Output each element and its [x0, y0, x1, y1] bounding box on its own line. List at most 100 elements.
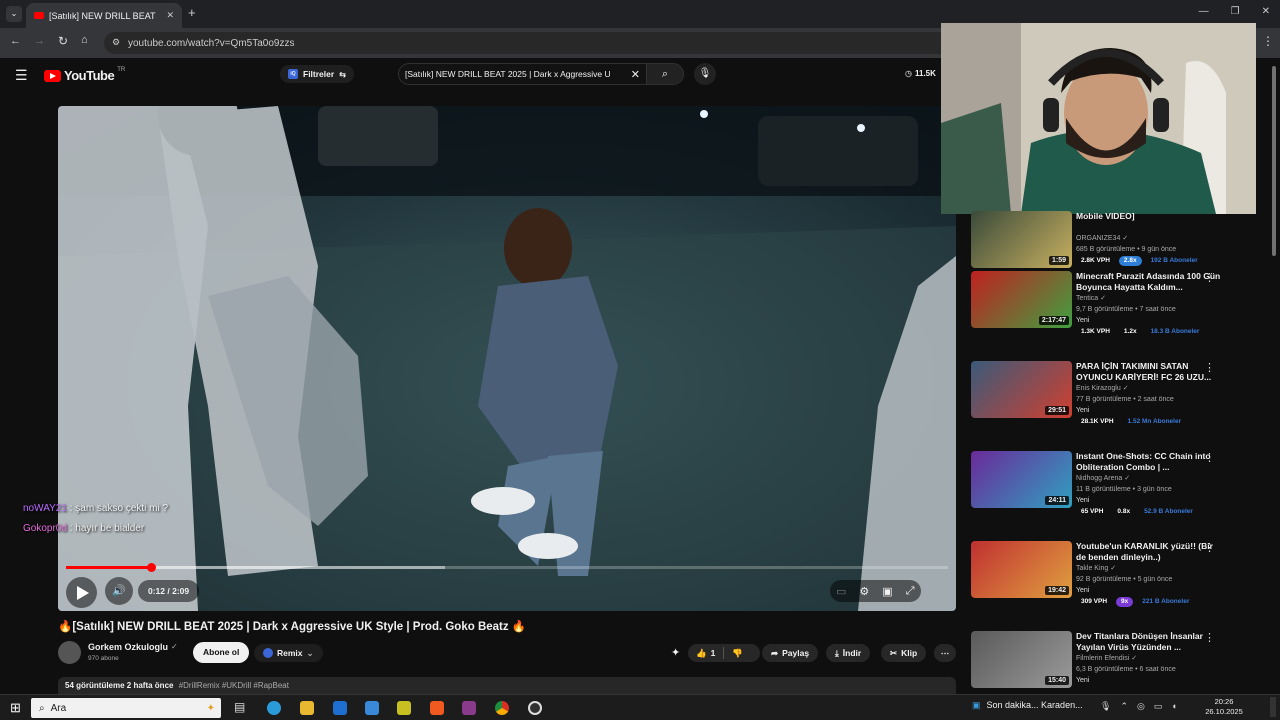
- menu-icon[interactable]: ☰: [15, 67, 28, 84]
- suggestion-item[interactable]: 15:40 Dev Titanlara Dönüşen İnsanlar Yayı…: [971, 631, 1251, 691]
- tray-app-icon[interactable]: ◎: [1137, 701, 1145, 712]
- suggestion-title[interactable]: Youtube'un KARANLIK yüzü!! (Bir de bende…: [1076, 541, 1224, 563]
- tab-list-button[interactable]: ⌄: [6, 6, 22, 22]
- suggestion-item[interactable]: 19:42 Youtube'un KARANLIK yüzü!! (Bir de …: [971, 541, 1251, 607]
- suggestion-title[interactable]: Mobile VIDEO]: [1076, 211, 1224, 233]
- suggestion-info: Minecraft Parazit Adasında 100 Gün Boyun…: [1076, 271, 1224, 338]
- network-icon[interactable]: ▭: [1154, 701, 1163, 712]
- suggestion-channel[interactable]: Nidhogg Arena ✓: [1076, 473, 1224, 484]
- suggestion-thumbnail[interactable]: 24:11: [971, 451, 1072, 508]
- chrome-icon[interactable]: [495, 701, 509, 715]
- play-button[interactable]: [66, 577, 97, 608]
- brave-icon[interactable]: [430, 701, 444, 715]
- remix-button[interactable]: Remix ⌄: [254, 644, 323, 662]
- suggestion-thumbnail[interactable]: 19:42: [971, 541, 1072, 598]
- search-box[interactable]: [Satılık] NEW DRILL BEAT 2025 | Dark x A…: [398, 63, 646, 85]
- vph-value: 28.1K VPH: [1081, 418, 1114, 425]
- suggestion-thumbnail[interactable]: 2:17:47: [971, 271, 1072, 328]
- site-info-icon[interactable]: ⚙: [112, 37, 120, 48]
- reload-icon[interactable]: ↻: [58, 34, 68, 48]
- home-icon[interactable]: ⌂: [81, 34, 88, 46]
- voice-search-button[interactable]: 🎙: [694, 63, 716, 85]
- multiplier: 2.8x: [1118, 256, 1142, 266]
- search-button[interactable]: ⌕: [646, 63, 684, 85]
- filters-button[interactable]: iQ Filtreler ⇆: [280, 65, 354, 83]
- minimize-icon[interactable]: —: [1199, 6, 1209, 17]
- more-vertical-icon[interactable]: ⋮: [1204, 631, 1215, 644]
- volume-tray-icon[interactable]: ◖: [1171, 701, 1176, 712]
- search-input[interactable]: [Satılık] NEW DRILL BEAT 2025 | Dark x A…: [405, 69, 627, 79]
- news-widget[interactable]: ▣ Son dakika... Karaden...: [972, 700, 1083, 711]
- close-window-icon[interactable]: ✕: [1262, 6, 1270, 17]
- suggestion-channel[interactable]: Tentica ✓: [1076, 293, 1224, 304]
- suggestion-item[interactable]: 2:17:47 Minecraft Parazit Adasında 100 Gü…: [971, 271, 1251, 335]
- clear-search-icon[interactable]: ✕: [631, 68, 640, 81]
- scrollbar-thumb[interactable]: [1272, 66, 1276, 256]
- live-counter: ◷ 11.5K: [905, 69, 936, 78]
- more-actions-button[interactable]: ⋯: [934, 644, 956, 662]
- video-player[interactable]: 🔊 0:12 / 2:09 ▭ ⚙ ▣ ⤢: [58, 106, 956, 611]
- settings-icon[interactable]: ⚙: [859, 585, 869, 598]
- suggestion-channel[interactable]: Filmlerin Efendisi ✓: [1076, 653, 1224, 664]
- extension-icon[interactable]: ✦: [671, 646, 680, 659]
- browser-menu-icon[interactable]: ⋮: [1262, 34, 1274, 48]
- suggestion-channel[interactable]: ORGANIZE34 ✓: [1076, 233, 1224, 244]
- suggestion-thumbnail[interactable]: 29:51: [971, 361, 1072, 418]
- suggestion-thumbnail[interactable]: 15:40: [971, 631, 1072, 688]
- back-icon[interactable]: ←: [10, 35, 21, 47]
- youtube-logo[interactable]: YouTube TR: [44, 67, 125, 83]
- suggestion-title[interactable]: Dev Titanlara Dönüşen İnsanlar Yayılan V…: [1076, 631, 1224, 653]
- captions-icon[interactable]: ▭: [836, 585, 846, 598]
- more-vertical-icon[interactable]: ⋮: [1204, 541, 1215, 554]
- share-button[interactable]: ➦ Paylaş: [762, 644, 819, 662]
- mic-tray-icon[interactable]: 🎙: [1100, 701, 1111, 712]
- suggestion-title[interactable]: PARA İÇİN TAKIMINI SATAN OYUNCU KARİYERİ…: [1076, 361, 1224, 383]
- suggestion-item[interactable]: 1:59 Mobile VIDEO] ORGANIZE34 ✓ 685 B görün…: [971, 211, 1251, 271]
- suggestion-title[interactable]: Minecraft Parazit Adasında 100 Gün Boyun…: [1076, 271, 1224, 293]
- suggestion-title[interactable]: Instant One-Shots: CC Chain into Obliter…: [1076, 451, 1224, 473]
- dislike-icon[interactable]: 👎: [732, 648, 743, 659]
- chat-text: : hayır be bialder: [66, 523, 145, 534]
- scrubber-handle[interactable]: [146, 563, 156, 572]
- volume-button[interactable]: 🔊: [105, 577, 133, 605]
- suggestion-item[interactable]: 29:51 PARA İÇİN TAKIMINI SATAN OYUNCU KAR…: [971, 361, 1251, 425]
- subscribe-button[interactable]: Abone ol: [193, 642, 250, 663]
- forward-icon[interactable]: →: [34, 35, 45, 47]
- more-vertical-icon[interactable]: ⋮: [1204, 361, 1215, 374]
- window-controls: — ❐ ✕: [1199, 6, 1270, 17]
- store-icon[interactable]: [365, 701, 379, 715]
- like-icon[interactable]: 👍: [696, 648, 707, 659]
- taskbar-search[interactable]: ⌕ Ara ✦: [31, 698, 221, 718]
- suggestion-channel[interactable]: Enis Kirazoglu ✓: [1076, 383, 1224, 394]
- task-view-icon[interactable]: ▤: [234, 700, 245, 714]
- suggestion-channel[interactable]: Takle King ✓: [1076, 563, 1224, 574]
- suggestion-item[interactable]: 24:11 Instant One-Shots: CC Chain into Ob…: [971, 451, 1251, 515]
- download-button[interactable]: ⤓ İndir: [826, 644, 871, 662]
- start-icon[interactable]: ⊞: [10, 700, 21, 716]
- winrar-icon[interactable]: [462, 701, 476, 715]
- new-tab-button[interactable]: +: [188, 5, 196, 20]
- browser-tab[interactable]: [Satılık] NEW DRILL BEAT ✕: [26, 3, 182, 28]
- suggestion-thumbnail[interactable]: 1:59: [971, 211, 1072, 268]
- obs-icon[interactable]: [528, 701, 542, 715]
- progress-bar[interactable]: [66, 563, 948, 572]
- fullscreen-icon[interactable]: ⤢: [906, 585, 915, 598]
- chevron-up-icon[interactable]: ⌃: [1120, 701, 1128, 712]
- outlook-icon[interactable]: [333, 701, 347, 715]
- restore-icon[interactable]: ❐: [1231, 6, 1240, 17]
- edge-icon[interactable]: [267, 701, 281, 715]
- channel-subs: 18.3 B Aboneler: [1150, 328, 1200, 335]
- tab-close-icon[interactable]: ✕: [166, 10, 174, 21]
- fireworks-icon[interactable]: [397, 701, 411, 715]
- channel-name[interactable]: Gorkem Ozkuloglu: [88, 642, 168, 652]
- clip-button[interactable]: ✂ Klip: [881, 644, 927, 662]
- show-desktop-button[interactable]: [1270, 697, 1276, 717]
- file-explorer-icon[interactable]: [300, 701, 314, 715]
- channel-avatar[interactable]: [58, 641, 81, 664]
- page-scrollbar[interactable]: [1271, 66, 1277, 688]
- hashtags[interactable]: #DrillRemix #UKDrill #RapBeat: [179, 681, 289, 690]
- miniplayer-icon[interactable]: ▣: [882, 585, 892, 598]
- more-vertical-icon[interactable]: ⋮: [1204, 271, 1215, 284]
- clock[interactable]: 20:26 26.10.2025: [1200, 697, 1248, 717]
- more-vertical-icon[interactable]: ⋮: [1204, 451, 1215, 464]
